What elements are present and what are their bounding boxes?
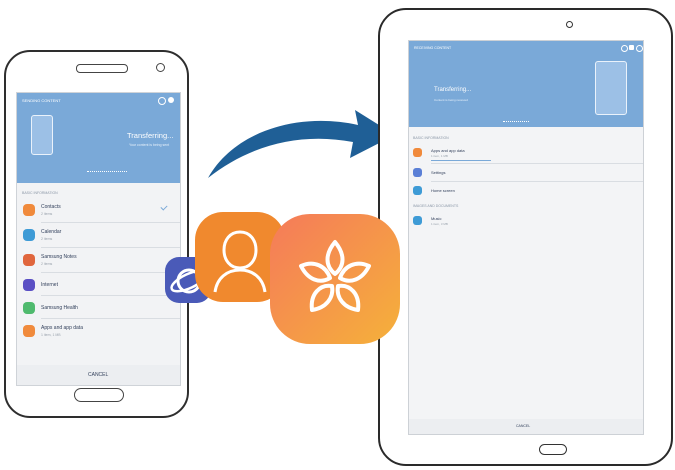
phone-device: SENDING CONTENT Transferring... Your con… bbox=[4, 50, 189, 418]
phone-status: Transferring... bbox=[127, 131, 174, 140]
cancel-button[interactable]: CANCEL bbox=[88, 372, 108, 378]
info-icon[interactable] bbox=[621, 45, 628, 52]
tablet-header-title: RECEIVING CONTENT bbox=[414, 46, 452, 50]
list-item[interactable]: Home screen bbox=[413, 184, 639, 198]
item-sub: 1 item, 1 MB bbox=[41, 333, 61, 337]
tablet-illustration-icon bbox=[595, 61, 627, 115]
item-label: Samsung Notes bbox=[41, 254, 77, 260]
divider bbox=[41, 295, 180, 296]
divider bbox=[41, 247, 180, 248]
divider bbox=[41, 318, 180, 319]
tablet-screen: RECEIVING CONTENT Transferring... Conten… bbox=[408, 40, 644, 435]
list-item[interactable]: Apps and app data 1 item, 1 MB bbox=[413, 146, 639, 162]
phone-bottom-bar: CANCEL bbox=[17, 365, 180, 385]
phone-speaker bbox=[76, 64, 128, 73]
item-sub: 2 items bbox=[41, 212, 53, 216]
item-label: Calendar bbox=[41, 229, 62, 235]
cancel-button[interactable]: CANCEL bbox=[516, 424, 530, 428]
apps-icon bbox=[23, 325, 35, 337]
divider bbox=[41, 222, 180, 223]
item-label: Apps and app data bbox=[41, 325, 83, 331]
tablet-bottom-bar: CANCEL bbox=[409, 419, 643, 434]
calendar-icon bbox=[23, 229, 35, 241]
phone-screen: SENDING CONTENT Transferring... Your con… bbox=[16, 92, 181, 386]
tablet-status: Transferring... bbox=[434, 87, 472, 93]
info-icon[interactable] bbox=[158, 97, 166, 105]
contact-icon bbox=[23, 204, 35, 216]
list-item[interactable]: Settings bbox=[413, 166, 639, 180]
progress-dots bbox=[503, 121, 529, 122]
transfer-arrow-icon bbox=[208, 110, 395, 178]
phone-header: SENDING CONTENT Transferring... Your con… bbox=[17, 93, 180, 183]
list-item[interactable]: Contacts 2 items bbox=[23, 201, 178, 221]
progress-dots bbox=[87, 171, 127, 174]
list-item[interactable]: Calendar 2 items bbox=[23, 226, 178, 246]
divider bbox=[431, 163, 643, 164]
item-label: Samsung Health bbox=[41, 305, 78, 311]
notes-icon bbox=[23, 254, 35, 266]
item-progress-bar bbox=[431, 160, 491, 161]
settings-icon bbox=[413, 168, 422, 177]
list-item[interactable]: Samsung Health bbox=[23, 299, 178, 317]
gallery-app-icon bbox=[270, 214, 400, 344]
tablet-section-label: BASIC INFORMATION bbox=[413, 136, 449, 140]
list-item[interactable]: Music 1 item, 3 MB bbox=[413, 214, 639, 230]
more-icon[interactable] bbox=[636, 45, 643, 52]
internet-icon bbox=[23, 279, 35, 291]
phone-section-label: BASIC INFORMATION bbox=[22, 191, 58, 195]
more-icon[interactable] bbox=[168, 97, 174, 103]
list-item[interactable]: Apps and app data 1 item, 1 MB bbox=[23, 322, 178, 342]
phone-illustration-icon bbox=[31, 115, 53, 155]
tablet-section-label: IMAGES AND DOCUMENTS bbox=[413, 204, 459, 208]
tablet-header: RECEIVING CONTENT Transferring... Conten… bbox=[409, 41, 643, 127]
music-icon bbox=[413, 216, 422, 225]
item-sub: 1 item, 1 MB bbox=[431, 154, 448, 158]
phone-status-sub: Your content is being sent bbox=[129, 143, 170, 147]
phone-camera bbox=[156, 63, 165, 72]
tablet-home-button[interactable] bbox=[539, 444, 567, 455]
item-label: Internet bbox=[41, 282, 58, 288]
tablet-status-sub: Content is being received bbox=[434, 98, 468, 102]
item-label: Apps and app data bbox=[431, 148, 465, 153]
item-label: Contacts bbox=[41, 204, 61, 210]
home-screen-icon bbox=[413, 186, 422, 195]
check-icon bbox=[160, 203, 168, 211]
list-item[interactable]: Samsung Notes 2 items bbox=[23, 251, 178, 271]
phone-header-title: SENDING CONTENT bbox=[22, 98, 61, 103]
phone-home-button[interactable] bbox=[74, 388, 124, 402]
item-sub: 2 items bbox=[41, 237, 53, 241]
divider bbox=[41, 272, 180, 273]
item-sub: 2 items bbox=[41, 262, 53, 266]
divider bbox=[431, 181, 643, 182]
item-label: Music bbox=[431, 216, 442, 221]
apps-icon bbox=[413, 148, 422, 157]
item-label: Settings bbox=[431, 170, 446, 175]
item-sub: 1 item, 3 MB bbox=[431, 222, 448, 226]
item-label: Home screen bbox=[431, 188, 455, 193]
list-item[interactable]: Internet bbox=[23, 276, 178, 294]
tablet-camera bbox=[566, 21, 573, 28]
flower-icon bbox=[299, 240, 371, 312]
sd-card-icon[interactable] bbox=[629, 45, 634, 50]
health-icon bbox=[23, 302, 35, 314]
tablet-device: RECEIVING CONTENT Transferring... Conten… bbox=[378, 8, 673, 466]
